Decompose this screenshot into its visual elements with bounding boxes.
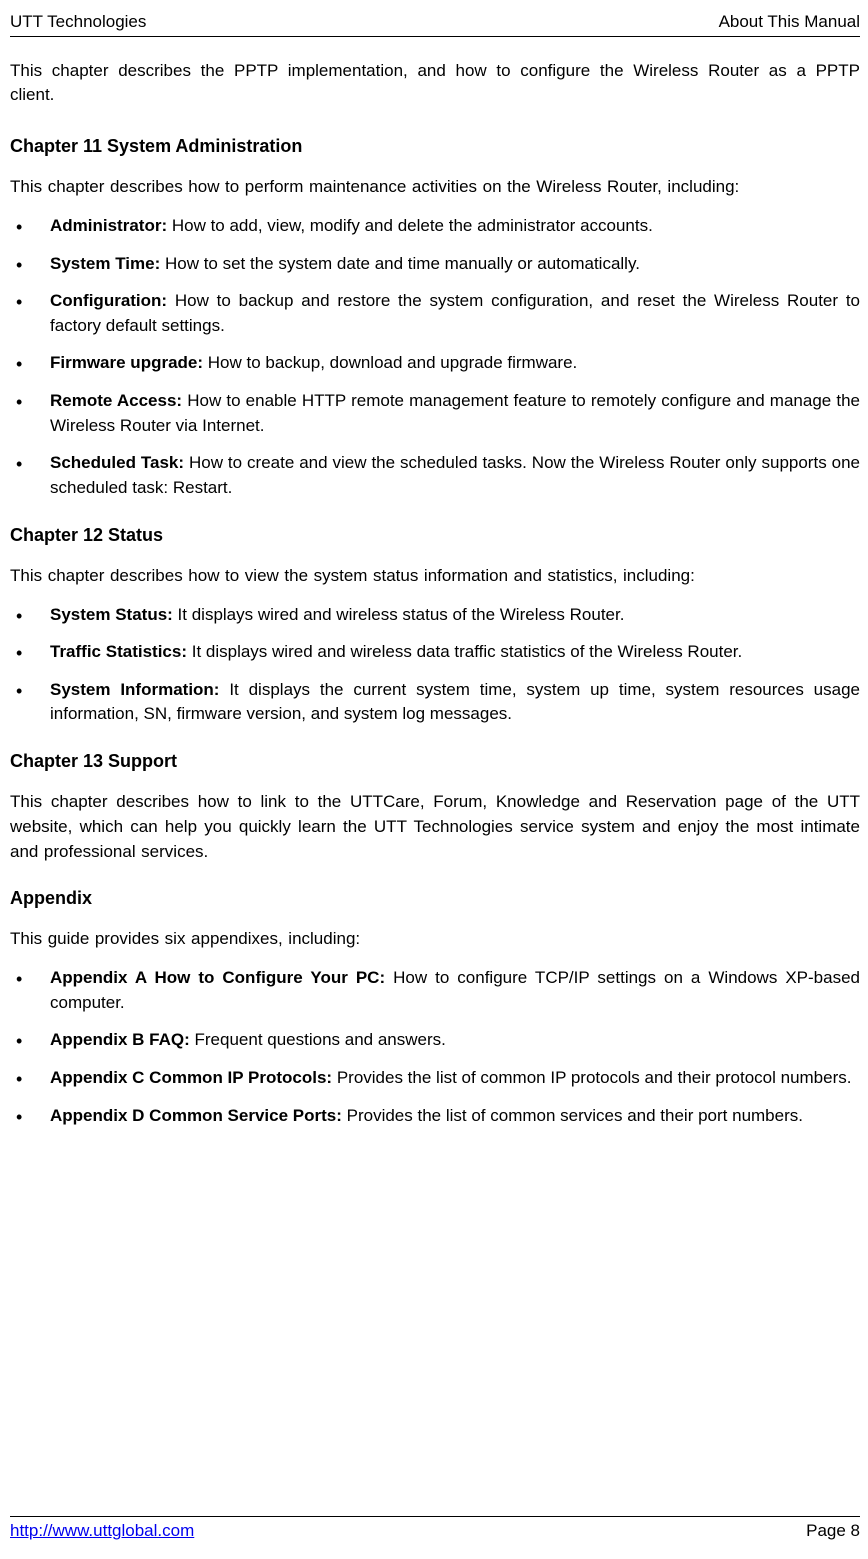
chapter-title: Chapter 12 Status (10, 523, 860, 548)
list-item: Administrator: How to add, view, modify … (10, 214, 860, 239)
list-item: System Time: How to set the system date … (10, 252, 860, 277)
item-bold-label: Firmware upgrade: (50, 353, 203, 372)
chapter-description: This chapter describes how to link to th… (10, 790, 860, 864)
item-text: Provides the list of common IP protocols… (332, 1068, 851, 1087)
section: Chapter 12 Status This chapter describes … (10, 523, 860, 727)
section: Chapter 11 System Administration This cha… (10, 134, 860, 501)
item-bold-label: Appendix B FAQ: (50, 1030, 190, 1049)
bullet-list: Appendix A How to Configure Your PC: How… (10, 966, 860, 1128)
list-item: Appendix B FAQ: Frequent questions and a… (10, 1028, 860, 1053)
chapter-title: Chapter 13 Support (10, 749, 860, 774)
list-item: Appendix C Common IP Protocols: Provides… (10, 1066, 860, 1091)
list-item: Traffic Statistics: It displays wired an… (10, 640, 860, 665)
chapter-title: Chapter 11 System Administration (10, 134, 860, 159)
section: Appendix This guide provides six appendix… (10, 886, 860, 1128)
item-bold-label: Appendix D Common Service Ports: (50, 1106, 342, 1125)
header-right: About This Manual (719, 10, 860, 34)
list-item: System Status: It displays wired and wir… (10, 603, 860, 628)
item-bold-label: System Time: (50, 254, 160, 273)
item-bold-label: Scheduled Task: (50, 453, 184, 472)
item-bold-label: System Status: (50, 605, 173, 624)
list-item: Firmware upgrade: How to backup, downloa… (10, 351, 860, 376)
item-bold-label: Appendix A How to Configure Your PC: (50, 968, 385, 987)
item-text: Provides the list of common services and… (342, 1106, 803, 1125)
item-text: It displays wired and wireless data traf… (187, 642, 742, 661)
footer-link[interactable]: http://www.uttglobal.com (10, 1519, 194, 1543)
item-text: How to backup and restore the system con… (50, 291, 860, 335)
page-footer: http://www.uttglobal.com Page 8 (10, 1516, 860, 1543)
list-item: Scheduled Task: How to create and view t… (10, 451, 860, 500)
item-bold-label: Administrator: (50, 216, 167, 235)
page-number: Page 8 (806, 1519, 860, 1543)
section: Chapter 13 Support This chapter describes… (10, 749, 860, 864)
item-text: How to set the system date and time manu… (160, 254, 640, 273)
header-left: UTT Technologies (10, 10, 146, 34)
chapter-title: Appendix (10, 886, 860, 911)
item-bold-label: Traffic Statistics: (50, 642, 187, 661)
list-item: Configuration: How to backup and restore… (10, 289, 860, 338)
item-bold-label: Configuration: (50, 291, 167, 310)
list-item: Appendix A How to Configure Your PC: How… (10, 966, 860, 1015)
list-item: Appendix D Common Service Ports: Provide… (10, 1104, 860, 1129)
bullet-list: System Status: It displays wired and wir… (10, 603, 860, 728)
item-bold-label: Remote Access: (50, 391, 182, 410)
list-item: System Information: It displays the curr… (10, 678, 860, 727)
item-text: How to backup, download and upgrade firm… (203, 353, 577, 372)
list-item: Remote Access: How to enable HTTP remote… (10, 389, 860, 438)
item-bold-label: System Information: (50, 680, 219, 699)
item-text: How to add, view, modify and delete the … (167, 216, 653, 235)
item-text: Frequent questions and answers. (190, 1030, 446, 1049)
page-header: UTT Technologies About This Manual (10, 10, 860, 37)
item-text: It displays wired and wireless status of… (173, 605, 625, 624)
chapter-description: This guide provides six appendixes, incl… (10, 927, 860, 952)
intro-paragraph: This chapter describes the PPTP implemen… (10, 59, 860, 108)
chapter-description: This chapter describes how to perform ma… (10, 175, 860, 200)
item-bold-label: Appendix C Common IP Protocols: (50, 1068, 332, 1087)
chapter-description: This chapter describes how to view the s… (10, 564, 860, 589)
bullet-list: Administrator: How to add, view, modify … (10, 214, 860, 501)
